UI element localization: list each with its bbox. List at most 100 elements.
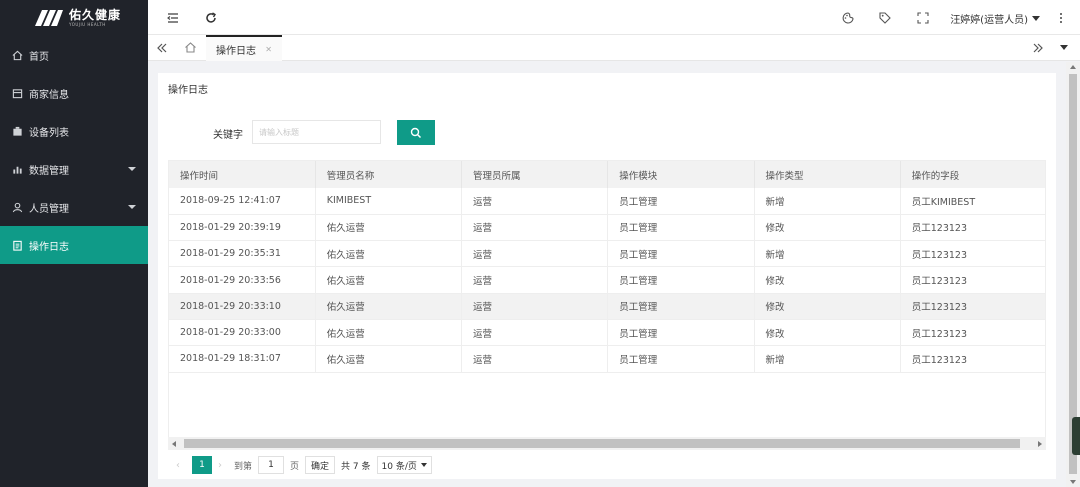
more-vertical-icon[interactable]: [1054, 11, 1068, 25]
table-cell: 运营: [461, 293, 609, 320]
sidebar-nav: 首页 商家信息 设备列表 数据管理 人员管理 操作日志: [0, 36, 148, 264]
table-cell: 佑久运营: [315, 345, 463, 373]
table-cell: 2018-01-29 20:33:00: [169, 319, 316, 347]
sidebar-item-oplog[interactable]: 操作日志: [0, 226, 148, 264]
table-row[interactable]: 2018-01-29 20:39:19 佑久运营 运营 员工管理 修改 员工12…: [169, 214, 1045, 242]
column-header[interactable]: 操作的字段: [900, 161, 1045, 188]
table-cell: 2018-01-29 20:33:56: [169, 266, 316, 294]
prev-page-icon[interactable]: ‹: [176, 460, 186, 471]
horizontal-scrollbar[interactable]: [168, 437, 1046, 450]
next-page-icon[interactable]: ›: [218, 460, 228, 471]
sidebar-item-home[interactable]: 首页: [0, 36, 148, 74]
table-cell: 员工KIMIBEST: [900, 188, 1045, 215]
top-header: 汪婷婷(运营人员): [148, 0, 1080, 35]
table-cell: 佑久运营: [315, 266, 463, 294]
table-cell: 员工管理: [607, 240, 755, 268]
pagination: ‹ 1 › 到第 页 确定 共 7 条 10 条/页: [176, 456, 432, 474]
theme-icon[interactable]: [841, 11, 855, 25]
table-cell: KIMIBEST: [315, 188, 463, 215]
table-row[interactable]: 2018-01-29 18:31:07 佑久运营 运营 员工管理 新增 员工12…: [169, 345, 1045, 373]
scrollbar-thumb[interactable]: [184, 439, 1020, 448]
table-cell: 运营: [461, 214, 609, 242]
tab-menu-caret-icon[interactable]: [1060, 45, 1068, 50]
tab-label: 操作日志: [216, 45, 256, 57]
table-cell: 佑久运营: [315, 240, 463, 268]
page-size-value: 10 条/页: [381, 461, 417, 472]
table-cell: 员工管理: [607, 293, 755, 320]
column-header[interactable]: 操作模块: [607, 161, 755, 188]
table-row[interactable]: 2018-01-29 20:33:56 佑久运营 运营 员工管理 修改 员工12…: [169, 266, 1045, 294]
floating-side-widget[interactable]: [1072, 417, 1080, 455]
close-icon[interactable]: ✕: [265, 45, 272, 54]
fullscreen-icon[interactable]: [916, 11, 930, 25]
table-cell: 佑久运营: [315, 214, 463, 242]
total-count: 共 7 条: [341, 461, 371, 472]
sidebar-item-label: 数据管理: [29, 165, 69, 177]
sidebar-item-devices[interactable]: 设备列表: [0, 112, 148, 150]
store-icon: [12, 88, 23, 98]
table-row[interactable]: 2018-01-29 20:33:10 佑久运营 运营 员工管理 修改 员工12…: [169, 293, 1045, 320]
page-number-current[interactable]: 1: [192, 456, 212, 474]
table-cell: 修改: [754, 293, 901, 320]
scroll-left-icon[interactable]: [172, 441, 176, 447]
user-name: 汪婷婷(运营人员): [950, 15, 1028, 26]
menu-toggle-icon[interactable]: [166, 11, 180, 25]
content-card: 操作日志 关键字 操作时间 管理员名称 管理员所属 操作模块 操作类型 操作的字…: [158, 73, 1056, 479]
goto-page-input[interactable]: [258, 456, 285, 474]
table-cell: 员工管理: [607, 319, 755, 347]
device-icon: [13, 126, 22, 136]
caret-down-icon: [128, 167, 136, 171]
brand-logo[interactable]: 佑久健康 YOUJIU HEALTH: [0, 0, 148, 36]
scroll-up-icon[interactable]: [1070, 65, 1076, 69]
caret-down-icon: [420, 463, 427, 467]
goto-label: 到第: [234, 461, 253, 472]
table-cell: 佑久运营: [315, 293, 463, 320]
log-table: 操作时间 管理员名称 管理员所属 操作模块 操作类型 操作的字段 2018-09…: [168, 160, 1046, 443]
scroll-right-icon[interactable]: [1038, 441, 1042, 447]
table-cell: 运营: [461, 266, 609, 294]
table-cell: 员工管理: [607, 266, 755, 294]
column-header[interactable]: 操作时间: [169, 161, 316, 188]
keyword-label: 关键字: [213, 130, 243, 141]
column-header[interactable]: 管理员名称: [315, 161, 463, 188]
column-header[interactable]: 操作类型: [754, 161, 901, 188]
table-cell: 员工123123: [900, 293, 1045, 320]
clipboard-icon: [13, 240, 22, 251]
sidebar-item-staff[interactable]: 人员管理: [0, 188, 148, 226]
scrollbar-thumb[interactable]: [1069, 74, 1077, 474]
table-cell: 运营: [461, 319, 609, 347]
sidebar-item-label: 商家信息: [29, 89, 69, 101]
scroll-tabs-left-icon[interactable]: [156, 42, 168, 54]
tab-bar: 操作日志 ✕: [148, 35, 1080, 61]
chart-icon: [13, 166, 22, 174]
sidebar-item-data[interactable]: 数据管理: [0, 150, 148, 188]
sidebar-item-label: 人员管理: [29, 203, 69, 215]
table-cell: 新增: [754, 188, 901, 215]
table-row[interactable]: 2018-01-29 20:33:00 佑久运营 运营 员工管理 修改 员工12…: [169, 319, 1045, 347]
table-cell: 2018-09-25 12:41:07: [169, 188, 316, 215]
sidebar-item-merchant[interactable]: 商家信息: [0, 74, 148, 112]
refresh-icon[interactable]: [204, 11, 218, 25]
table-cell: 员工管理: [607, 188, 755, 215]
goto-confirm-button[interactable]: 确定: [305, 456, 336, 474]
search-button[interactable]: [397, 120, 435, 145]
table-cell: 员工123123: [900, 266, 1045, 294]
home-tab-icon[interactable]: [184, 41, 197, 54]
table-cell: 员工管理: [607, 345, 755, 373]
page-size-select[interactable]: 10 条/页: [376, 456, 432, 474]
brand-name-en: YOUJIU HEALTH: [69, 22, 106, 27]
table-row[interactable]: 2018-01-29 20:35:31 佑久运营 运营 员工管理 新增 员工12…: [169, 240, 1045, 268]
keyword-input[interactable]: [252, 120, 381, 144]
column-header[interactable]: 管理员所属: [461, 161, 609, 188]
tag-icon[interactable]: [878, 11, 892, 25]
table-row[interactable]: 2018-09-25 12:41:07 KIMIBEST 运营 员工管理 新增 …: [169, 188, 1045, 215]
tab-operation-log[interactable]: 操作日志 ✕: [206, 35, 282, 61]
scroll-tabs-right-icon[interactable]: [1032, 42, 1044, 54]
table-cell: 修改: [754, 214, 901, 242]
table-cell: 2018-01-29 20:35:31: [169, 240, 316, 268]
sidebar: 佑久健康 YOUJIU HEALTH 首页 商家信息 设备列表 数据管理 人员管…: [0, 0, 148, 487]
scroll-down-icon[interactable]: [1070, 480, 1076, 484]
user-menu[interactable]: 汪婷婷(运营人员): [950, 11, 1040, 26]
table-cell: 员工123123: [900, 214, 1045, 242]
table-cell: 2018-01-29 20:39:19: [169, 214, 316, 242]
